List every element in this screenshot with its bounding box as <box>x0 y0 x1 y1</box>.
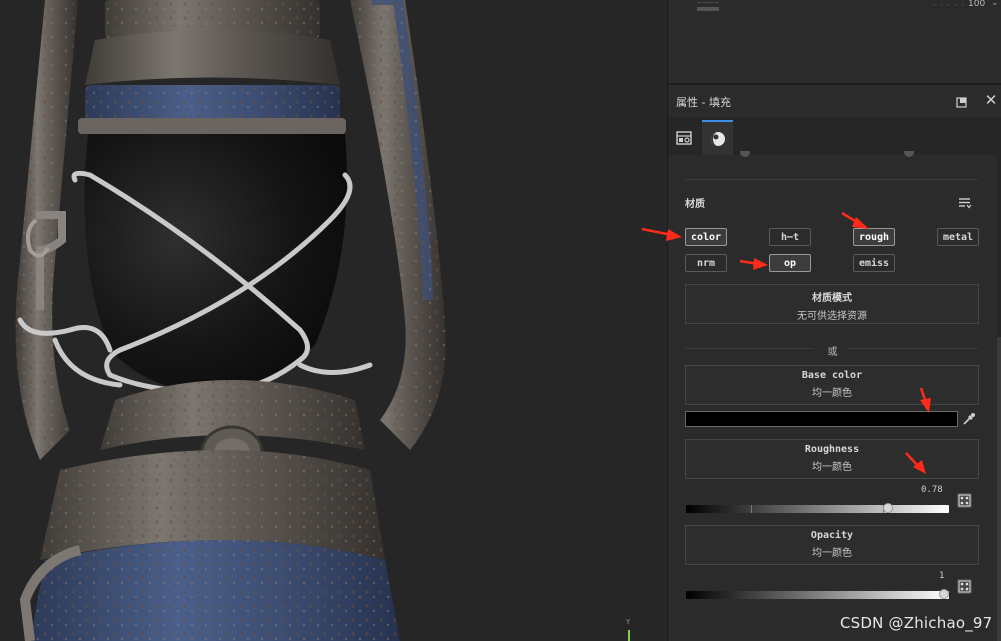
axis-y-label: Y <box>626 618 631 626</box>
material-section-title: 材质 <box>685 199 705 210</box>
base-color-title: Base color <box>801 370 863 381</box>
base-color-subtitle: 均一颜色 <box>812 388 852 399</box>
roughness-slot[interactable]: Roughness 均一颜色 <box>685 439 979 479</box>
eyedropper-icon[interactable] <box>961 411 977 427</box>
slider-tick <box>817 591 818 599</box>
properties-header: 属性 - 填充 ✕ <box>668 85 1001 117</box>
channel-height-button[interactable]: h⋯t <box>769 228 811 246</box>
layer-panel-strip: · · · · · 100 ⌄ <box>668 0 1001 85</box>
axis-y-line <box>628 630 630 641</box>
scrollbar-thumb[interactable] <box>997 337 1001 641</box>
base-color-slot[interactable]: Base color 均一颜色 <box>685 365 979 405</box>
layer-mini-bar <box>697 7 719 11</box>
material-sphere-icon <box>710 131 725 146</box>
opacity-value[interactable]: 100 <box>968 0 985 9</box>
opacity-slider-handle[interactable] <box>939 589 949 599</box>
or-label: 或 <box>827 347 838 358</box>
opacity-slot[interactable]: Opacity 均一颜色 <box>685 525 979 565</box>
opacity-subtitle: 均一颜色 <box>812 548 852 559</box>
texture-settings-icon <box>675 130 692 145</box>
channel-emiss-button[interactable]: emiss <box>853 254 895 272</box>
close-icon[interactable]: ✕ <box>984 93 998 108</box>
slider-tick <box>817 505 818 513</box>
channel-rough-button[interactable]: rough <box>853 228 895 246</box>
roughness-slider-handle[interactable] <box>883 503 893 513</box>
roughness-value[interactable]: 0.78 <box>921 485 943 495</box>
right-panel: · · · · · 100 ⌄ 属性 - 填充 ✕ 材质 color h⋯t r… <box>668 0 1001 641</box>
scroll-fade-knob <box>904 151 914 157</box>
channel-nrm-button[interactable]: nrm <box>685 254 727 272</box>
channel-op-button[interactable]: op <box>769 254 811 272</box>
random-seed-icon[interactable] <box>957 579 972 594</box>
opacity-slider[interactable] <box>686 589 949 599</box>
float-window-icon[interactable] <box>955 94 969 108</box>
tab-texture-settings[interactable] <box>668 121 699 154</box>
base-color-swatch[interactable] <box>685 411 958 427</box>
axis-gizmo: Y <box>624 618 634 641</box>
material-mode-title: 材质模式 <box>812 293 852 304</box>
roughness-slider[interactable] <box>686 503 949 513</box>
channel-metal-button[interactable]: metal <box>937 228 979 246</box>
watermark: CSDN @Zhichao_97 <box>840 614 993 632</box>
properties-content: 材质 color h⋯t rough metal nrm op emiss 材质… <box>668 151 1001 641</box>
slider-tick <box>751 505 752 513</box>
roughness-title: Roughness <box>804 444 860 455</box>
chevron-down-icon[interactable]: ⌄ <box>991 0 999 8</box>
opacity-value[interactable]: 1 <box>939 571 944 581</box>
list-menu-icon[interactable] <box>957 195 973 209</box>
panel-scrollbar[interactable] <box>997 155 1001 641</box>
material-mode-slot[interactable]: 材质模式 无可供选择资源 <box>685 284 979 324</box>
opacity-title: Opacity <box>810 530 854 541</box>
section-divider <box>684 179 978 180</box>
panel-title: 属性 - 填充 <box>676 96 731 109</box>
material-mode-subtitle: 无可供选择资源 <box>797 311 867 322</box>
tab-material[interactable] <box>702 120 733 155</box>
layer-mini-slider[interactable] <box>697 2 719 3</box>
lantern-render <box>15 0 446 641</box>
dotted-separator: · · · · · <box>933 1 965 10</box>
random-seed-icon[interactable] <box>957 493 972 508</box>
properties-tabbar <box>668 117 1001 156</box>
channel-color-button[interactable]: color <box>685 228 727 246</box>
roughness-subtitle: 均一颜色 <box>812 462 852 473</box>
3d-viewport[interactable]: Y <box>0 0 667 641</box>
scroll-fade-knob <box>740 151 750 157</box>
